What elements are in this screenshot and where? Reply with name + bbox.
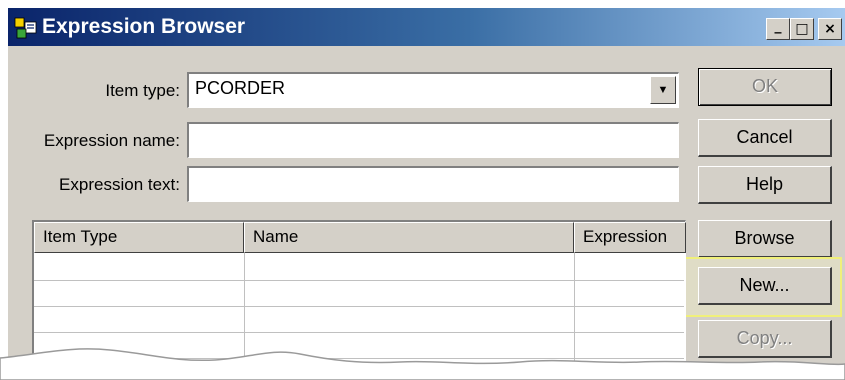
column-header-name[interactable]: Name xyxy=(244,222,574,253)
item-type-select[interactable]: PCORDER ▼ xyxy=(187,72,679,108)
maximize-icon: □ xyxy=(795,21,809,37)
maximize-button[interactable]: □ xyxy=(790,18,814,40)
app-icon xyxy=(14,17,37,39)
column-header-item-type[interactable]: Item Type xyxy=(34,222,244,253)
ok-button[interactable]: OK xyxy=(698,68,832,106)
item-type-value: PCORDER xyxy=(195,78,286,98)
row-divider xyxy=(34,332,684,333)
grid-header: Item Type Name Expression xyxy=(34,222,686,253)
cancel-button[interactable]: Cancel xyxy=(698,119,832,157)
close-button[interactable]: × xyxy=(818,18,842,40)
expression-text-field[interactable] xyxy=(187,166,679,202)
window-title: Expression Browser xyxy=(42,15,246,38)
expression-name-label: Expression name: xyxy=(43,131,180,150)
title-bar[interactable]: Expression Browser _ □ × xyxy=(8,8,845,46)
help-button[interactable]: Help xyxy=(698,166,832,204)
browse-button[interactable]: Browse xyxy=(698,220,832,258)
minimize-button[interactable]: _ xyxy=(766,18,790,40)
torn-edge xyxy=(0,348,845,380)
row-divider xyxy=(34,306,684,307)
close-icon: × xyxy=(824,21,836,37)
item-type-label: Item type: xyxy=(105,81,180,100)
minimize-icon: _ xyxy=(774,18,782,34)
expression-text-label: Expression text: xyxy=(59,175,180,194)
row-divider xyxy=(34,280,684,281)
expression-name-field[interactable] xyxy=(187,122,679,158)
column-header-expression[interactable]: Expression xyxy=(574,222,686,253)
new-button[interactable]: New... xyxy=(698,267,832,305)
dropdown-arrow-icon[interactable]: ▼ xyxy=(650,76,676,104)
expression-browser-window: Expression Browser _ □ × Item type: PCOR… xyxy=(8,8,845,373)
